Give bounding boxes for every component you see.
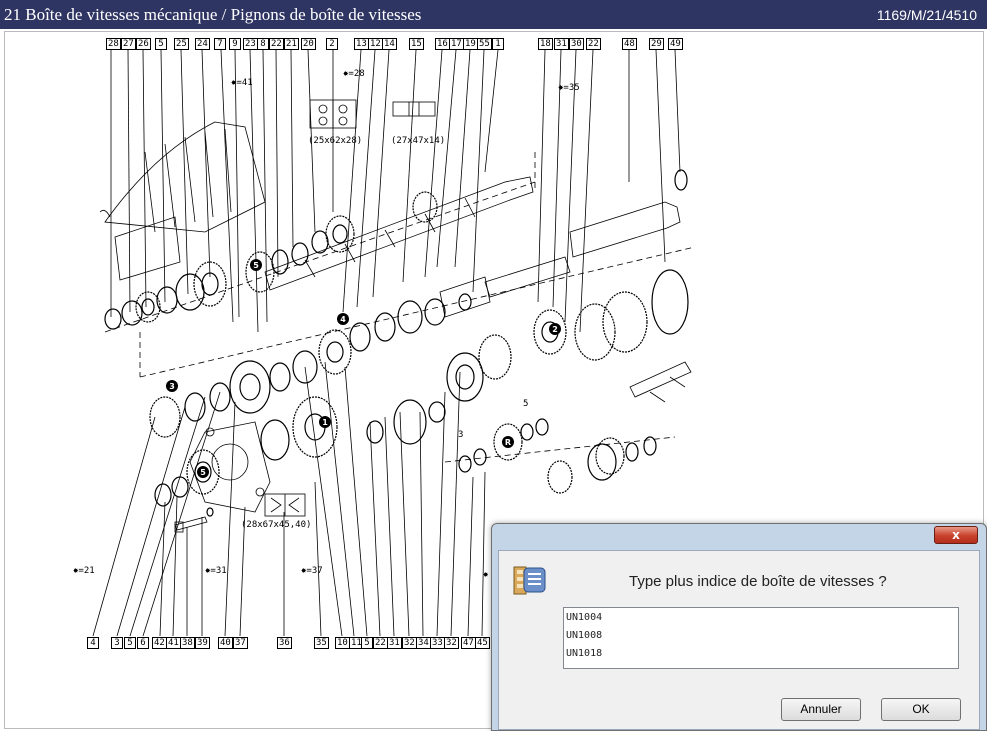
question-icon — [513, 566, 546, 595]
callout-label: 33 — [430, 637, 445, 649]
tooth-count-note: ✸=21 — [73, 566, 95, 576]
callout-label: 20 — [301, 38, 316, 50]
callout-label: 5 — [124, 637, 136, 649]
callout-label: 5 — [523, 399, 529, 409]
callout-label: 5 — [155, 38, 167, 50]
callout-label: 48 — [622, 38, 637, 50]
callout-label: 3 — [458, 430, 464, 440]
mark-c: 2 — [552, 325, 558, 334]
callout-label: 3 — [111, 637, 123, 649]
callout-label: 22 — [373, 637, 388, 649]
mark-a: 5 — [253, 261, 259, 270]
dialog-titlebar[interactable]: x — [492, 524, 986, 548]
dimension-note: (25x62x28) — [308, 136, 363, 146]
callout-label: 18 — [538, 38, 553, 50]
callout-label: 13 — [354, 38, 369, 50]
callout-label: 16 — [435, 38, 450, 50]
mark-d: 3 — [169, 382, 175, 391]
callout-label: 34 — [416, 637, 431, 649]
callout-label: 5 — [361, 637, 373, 649]
callout-label: 37 — [233, 637, 248, 649]
tooth-count-note: ✸=31 — [205, 566, 227, 576]
dialog-prompt: Type plus indice de boîte de vitesses ? — [629, 573, 887, 590]
callout-label: 32 — [444, 637, 459, 649]
callout-label: 6 — [137, 637, 149, 649]
callout-label: 14 — [382, 38, 397, 50]
mark-e: 5 — [200, 468, 206, 477]
callout-label: 35 — [314, 637, 329, 649]
callout-label: 9 — [229, 38, 241, 50]
callout-label: 36 — [277, 637, 292, 649]
dimension-note: (27x47x14) — [391, 136, 446, 146]
dialog-body: Type plus indice de boîte de vitesses ? … — [498, 550, 980, 730]
callout-label: 31 — [387, 637, 402, 649]
ok-button[interactable]: OK — [881, 698, 961, 721]
tooth-count-note: ✸=28 — [343, 69, 365, 79]
callout-label: 28 — [106, 38, 121, 50]
callout-label: 27 — [121, 38, 136, 50]
callout-label: 24 — [195, 38, 210, 50]
callout-label: 4 — [87, 637, 99, 649]
list-item[interactable]: UN1004 — [566, 611, 956, 629]
callout-label: 22 — [586, 38, 601, 50]
list-item[interactable]: UN1018 — [566, 647, 956, 665]
callout-label: 2 — [326, 38, 338, 50]
list-item[interactable]: UN1008 — [566, 629, 956, 647]
callout-label: 1 — [492, 38, 504, 50]
callout-label: 8 — [257, 38, 269, 50]
mark-g: R — [505, 438, 511, 447]
tooth-count-note: ✸=37 — [301, 566, 323, 576]
close-button[interactable]: x — [934, 526, 978, 544]
document-reference: 1169/M/21/4510 — [876, 6, 977, 23]
callout-label: 30 — [569, 38, 584, 50]
callout-label: 47 — [461, 637, 476, 649]
callout-label: 42 — [152, 637, 167, 649]
callout-label: 7 — [214, 38, 226, 50]
callout-label: 10 — [335, 637, 350, 649]
gear-icon: ✸ — [483, 570, 489, 580]
tooth-count-note: ✸=41 — [231, 78, 253, 88]
callout-label: 55 — [477, 38, 492, 50]
callout-label: 45 — [475, 637, 490, 649]
cancel-button[interactable]: Annuler — [781, 698, 861, 721]
callout-label: 41 — [166, 637, 181, 649]
callout-label: 29 — [649, 38, 664, 50]
window-titlebar: 21 Boîte de vitesses mécanique / Pignons… — [0, 0, 987, 29]
callout-label: 40 — [218, 637, 233, 649]
dimension-note: (28x67x45,40) — [241, 520, 312, 530]
callout-label: 49 — [668, 38, 683, 50]
callout-label: 17 — [449, 38, 464, 50]
callout-label: 31 — [554, 38, 569, 50]
callout-label: 32 — [402, 637, 417, 649]
mark-b: 4 — [340, 315, 346, 324]
callout-label: 21 — [284, 38, 299, 50]
mark-f: 1 — [322, 418, 328, 427]
callout-label: 25 — [174, 38, 189, 50]
callout-label: 12 — [368, 38, 383, 50]
close-icon: x — [952, 528, 960, 542]
gearbox-type-dialog: x Type plus indice de boîte de vitesses … — [491, 523, 987, 731]
gearbox-type-list[interactable]: UN1004 UN1008 UN1018 — [563, 607, 959, 669]
callout-label: 15 — [409, 38, 424, 50]
callout-label: 39 — [195, 637, 210, 649]
page-title: 21 Boîte de vitesses mécanique / Pignons… — [4, 4, 422, 24]
callout-label: 38 — [180, 637, 195, 649]
tooth-count-note: ✸=35 — [558, 83, 580, 93]
callout-label: 23 — [243, 38, 258, 50]
callout-label: 22 — [269, 38, 284, 50]
callout-label: 19 — [463, 38, 478, 50]
callout-label: 26 — [136, 38, 151, 50]
